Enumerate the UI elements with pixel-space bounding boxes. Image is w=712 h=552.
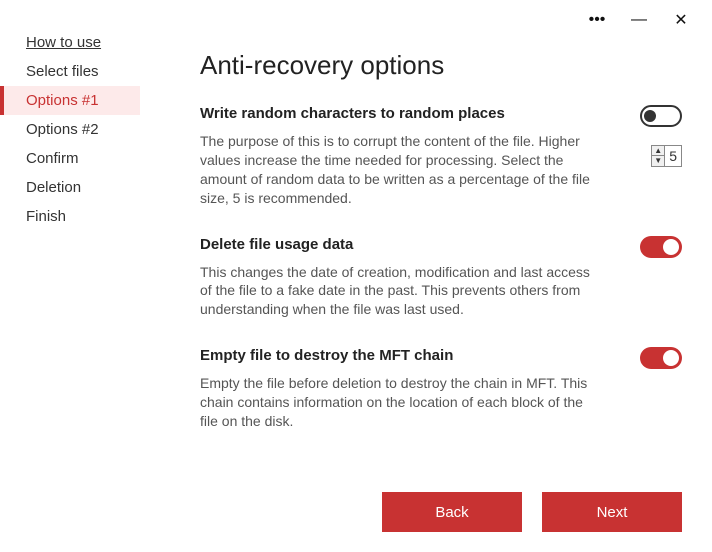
toggle-empty-mft[interactable] [640,347,682,369]
sidebar-item-confirm[interactable]: Confirm [0,144,140,173]
sidebar-item-deletion[interactable]: Deletion [0,173,140,202]
option-write-random: Write random characters to random places… [200,105,682,208]
toggle-knob-icon [663,350,679,366]
spinner-value: 5 [665,148,681,164]
option-title: Empty file to destroy the MFT chain [200,347,600,364]
titlebar: ••• — ✕ [566,0,712,40]
back-button[interactable]: Back [382,492,522,532]
more-icon[interactable]: ••• [588,11,606,29]
sidebar-item-how-to-use[interactable]: How to use [0,28,140,57]
option-empty-mft: Empty file to destroy the MFT chain Empt… [200,347,682,431]
sidebar-item-select-files[interactable]: Select files [0,57,140,86]
toggle-delete-usage[interactable] [640,236,682,258]
option-delete-usage: Delete file usage data This changes the … [200,236,682,320]
footer-buttons: Back Next [382,492,682,532]
option-title: Delete file usage data [200,236,600,253]
next-button[interactable]: Next [542,492,682,532]
toggle-knob-icon [663,239,679,255]
option-desc: This changes the date of creation, modif… [200,263,600,320]
toggle-knob-icon [644,110,656,122]
option-title: Write random characters to random places [200,105,600,122]
toggle-write-random[interactable] [640,105,682,127]
main-panel: Anti-recovery options Write random chara… [200,50,682,472]
sidebar-item-options-2[interactable]: Options #2 [0,115,140,144]
close-icon[interactable]: ✕ [672,11,690,29]
option-desc: The purpose of this is to corrupt the co… [200,132,600,208]
spinner-down-icon[interactable]: ▼ [652,156,664,166]
option-desc: Empty the file before deletion to destro… [200,374,600,431]
sidebar-item-options-1[interactable]: Options #1 [0,86,140,115]
spinner-up-icon[interactable]: ▲ [652,146,664,156]
spinner-random-percent[interactable]: ▲ ▼ 5 [651,145,682,167]
sidebar: How to use Select files Options #1 Optio… [0,0,140,552]
page-title: Anti-recovery options [200,50,682,81]
sidebar-item-finish[interactable]: Finish [0,202,140,231]
minimize-icon[interactable]: — [630,11,648,29]
